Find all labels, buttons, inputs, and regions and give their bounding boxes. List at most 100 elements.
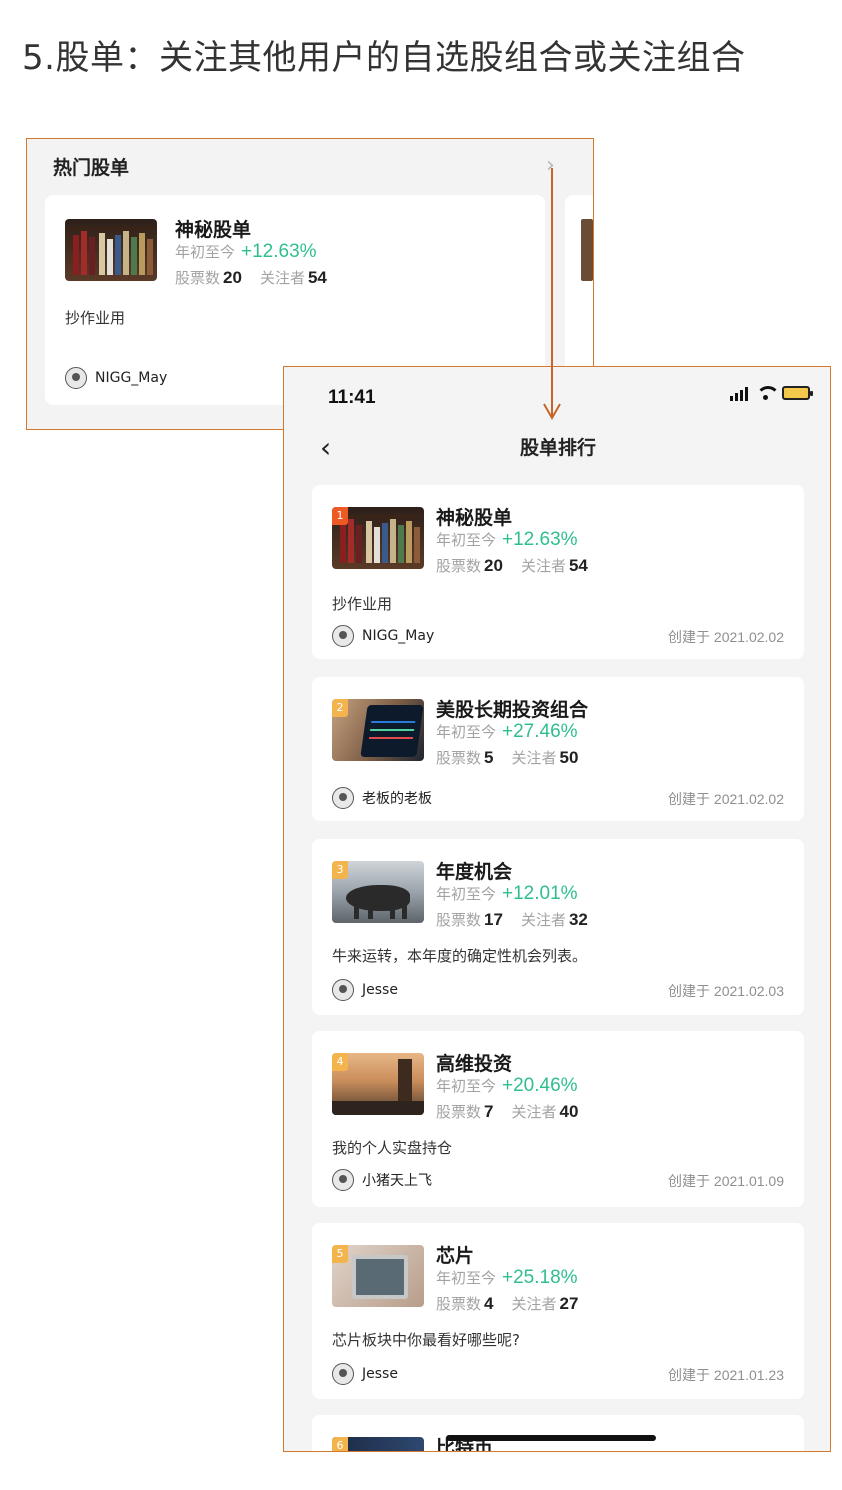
rank-badge: 4 [332,1053,348,1071]
nav-title: 股单排行 [519,437,596,459]
status-time: 11:41 [328,387,376,408]
hot-stocklist-title: 热门股单 [53,157,130,179]
user-name: Jesse [362,1366,398,1382]
stocklist-name: 神秘股单 [436,507,513,529]
followers-label: 关注者 [520,557,566,575]
bitcoin-thumbnail: 6 [332,1437,424,1451]
stocklist-user[interactable]: Jesse [332,979,398,1001]
rank-badge: 5 [332,1245,348,1263]
ytd-return: 年初至今 +20.46% [436,1075,578,1097]
stocklist-desc: 抄作业用 [332,595,393,613]
stocklist-card[interactable]: 3 年度机会 年初至今 +12.01% 股票数 17 关注者 32 牛来运转，本年度的确… [312,839,804,1015]
signal-icon [730,385,748,401]
stocklist-user[interactable]: Jesse [332,1363,398,1385]
followers-label: 关注者 [259,269,305,287]
books-thumbnail [65,219,157,281]
wifi-icon [756,386,780,400]
followers-value: 54 [568,556,588,575]
stock-stats: 股票数 20 关注者 54 [175,267,345,288]
created-date: 创建于 2021.02.02 [668,629,784,645]
followers-label: 关注者 [520,911,566,929]
followers-value: 27 [559,1294,579,1313]
ytd-label: 年初至今 [436,1269,497,1287]
ytd-label: 年初至今 [175,243,236,261]
stocklist-card[interactable]: 6 比特币 [312,1415,804,1451]
ranking-screen: 11:41 ‹ 股单排行 1 神秘股单 年初至今 +12.63% 股票数 20 … [283,366,831,1452]
stock-stats: 股票数 17 关注者 32 [436,909,606,930]
ytd-return: 年初至今 +12.63% [436,529,578,551]
stocklist-name: 神秘股单 [175,219,252,241]
stocklist-name: 芯片 [436,1245,475,1267]
avatar-icon [332,625,354,647]
stocklist-name: 美股长期投资组合 [436,699,589,721]
followers-value: 32 [568,910,588,929]
stocklist-user[interactable]: NIGG_May [332,625,434,647]
ytd-value: +12.63% [502,529,578,550]
stocklist-desc: 芯片板块中你最看好哪些呢? [332,1331,520,1349]
created-date: 创建于 2021.01.09 [668,1173,784,1189]
home-indicator [446,1435,656,1441]
battery-icon [782,386,813,400]
stocks-value: 5 [484,748,494,767]
page-heading: 5.股单：关注其他用户的自选股组合或关注组合 [22,38,746,78]
followers-label: 关注者 [511,1103,557,1121]
stocks-value: 20 [484,556,503,575]
stocks-label: 股票数 [436,1295,482,1313]
created-date: 创建于 2021.02.03 [668,983,784,999]
ytd-return: 年初至今 +12.63% [175,241,317,263]
ytd-value: +20.46% [502,1075,578,1096]
books-thumbnail: 1 [332,507,424,569]
chevron-right-icon[interactable]: › [546,153,555,178]
avatar-icon [332,787,354,809]
followers-label: 关注者 [511,749,557,767]
rank-badge: 2 [332,699,348,717]
stocks-label: 股票数 [436,749,482,767]
stocks-value: 20 [223,268,242,287]
user-name: 小猪天上飞 [362,1173,432,1189]
avatar-icon [332,1363,354,1385]
stocks-value: 7 [484,1102,494,1121]
stocklist-name: 年度机会 [436,861,513,883]
stocklist-card[interactable]: 4 高维投资 年初至今 +20.46% 股票数 7 关注者 40 我的个人实盘持仓 小猪… [312,1031,804,1207]
stock-stats: 股票数 20 关注者 54 [436,555,606,576]
ytd-value: +12.63% [241,241,317,262]
stocklist-card[interactable]: 2 美股长期投资组合 年初至今 +27.46% 股票数 5 关注者 50 老板的老板 创… [312,677,804,821]
ytd-return: 年初至今 +12.01% [436,883,578,905]
user-name: NIGG_May [95,370,168,386]
user-name: 老板的老板 [362,791,432,807]
bull-statue-thumbnail: 3 [332,861,424,923]
avatar-icon [332,1169,354,1191]
ytd-value: +27.46% [502,721,578,742]
rank-badge: 6 [332,1437,348,1451]
avatar-icon [65,367,87,389]
stocklist-user[interactable]: NIGG_May [65,367,167,389]
stock-stats: 股票数 7 关注者 40 [436,1101,596,1122]
user-name: NIGG_May [362,628,435,644]
stocklist-desc: 牛来运转，本年度的确定性机会列表。 [332,947,588,965]
ytd-label: 年初至今 [436,531,497,549]
rank-badge: 3 [332,861,348,879]
stocks-label: 股票数 [436,911,482,929]
rank-badge: 1 [332,507,348,525]
stocklist-user[interactable]: 老板的老板 [332,787,432,809]
stocklist-user[interactable]: 小猪天上飞 [332,1169,432,1191]
ytd-label: 年初至今 [436,885,497,903]
created-date: 创建于 2021.01.23 [668,1367,784,1383]
user-name: Jesse [362,982,398,998]
avatar-icon [332,979,354,1001]
stocklist-name: 高维投资 [436,1053,513,1075]
ytd-value: +25.18% [502,1267,578,1288]
stocklist-desc: 抄作业用 [65,309,126,327]
stocks-label: 股票数 [175,269,221,287]
stocks-value: 17 [484,910,503,929]
stocklist-card[interactable]: 5 芯片 年初至今 +25.18% 股票数 4 关注者 27 芯片板块中你最看好哪些呢?… [312,1223,804,1399]
stock-stats: 股票数 4 关注者 27 [436,1293,596,1314]
ytd-return: 年初至今 +27.46% [436,721,578,743]
followers-value: 50 [559,748,579,767]
followers-label: 关注者 [511,1295,557,1313]
ytd-label: 年初至今 [436,1077,497,1095]
ytd-value: +12.01% [502,883,578,904]
stocklist-card[interactable]: 1 神秘股单 年初至今 +12.63% 股票数 20 关注者 54 抄作业用 NIGG_… [312,485,804,659]
created-date: 创建于 2021.02.02 [668,791,784,807]
status-icons [730,385,813,401]
